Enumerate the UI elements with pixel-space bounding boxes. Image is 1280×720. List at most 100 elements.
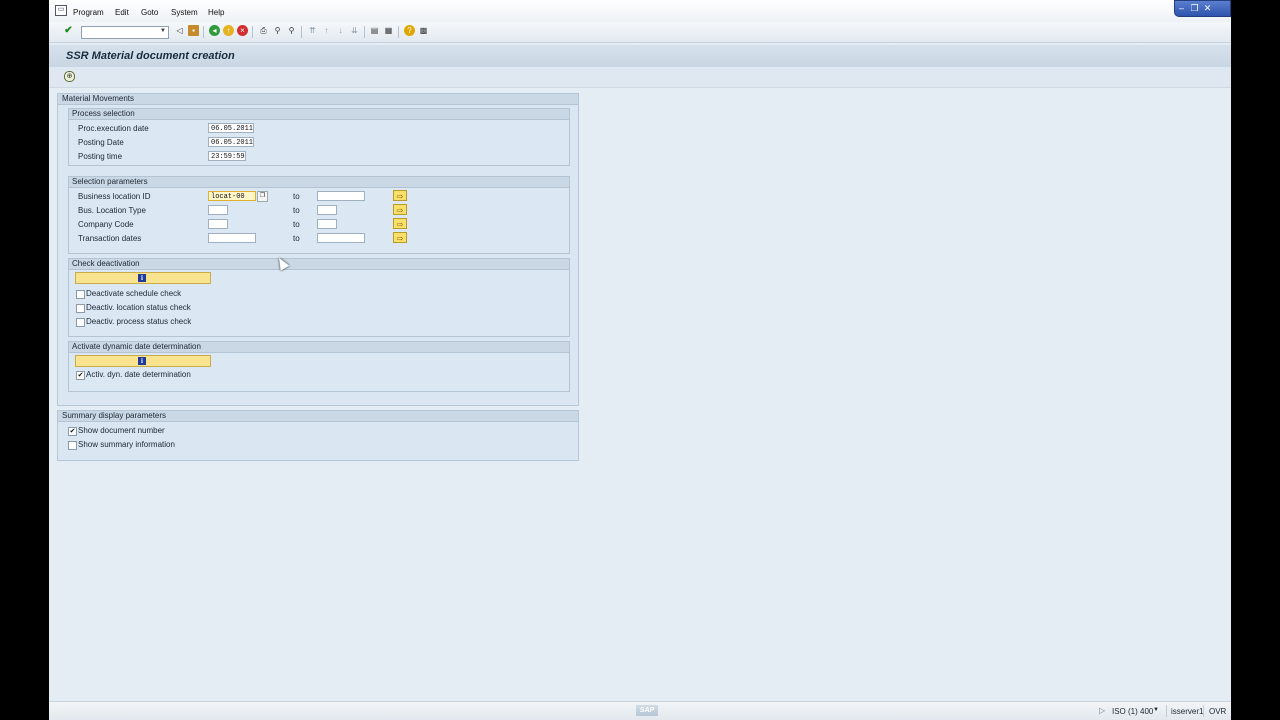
shortcut-icon[interactable]: ▦ <box>383 25 394 36</box>
bus-location-type-label: Bus. Location Type <box>78 206 146 215</box>
status-expand-icon[interactable]: ▷ <box>1099 706 1105 715</box>
minimize-icon[interactable]: – <box>1175 1 1188 15</box>
business-location-id-to-field[interactable] <box>317 191 365 201</box>
check-deactivation-group: Check deactivation i Deactivate schedule… <box>68 258 570 337</box>
material-movements-title: Material Movements <box>58 94 578 105</box>
deactiv-location-status-check-checkbox[interactable] <box>76 304 85 313</box>
close-icon[interactable]: ✕ <box>1201 1 1214 15</box>
activ-dyn-date-determination-label: Activ. dyn. date determination <box>86 370 191 379</box>
posting-date-label: Posting Date <box>78 138 124 147</box>
menu-bar: ▭ Program Edit Goto System Help – ❐ ✕ <box>49 0 1231 22</box>
chevron-down-icon[interactable]: ▼ <box>1153 707 1159 713</box>
dynamic-date-title: Activate dynamic date determination <box>69 342 569 353</box>
bus-location-type-from-field[interactable] <box>208 205 228 215</box>
restore-icon[interactable]: ❐ <box>1188 1 1201 15</box>
create-session-icon[interactable]: ▤ <box>369 25 380 36</box>
multiple-selection-icon[interactable]: ⇨ <box>393 190 407 201</box>
business-location-id-from-field[interactable]: locat-00 <box>208 191 256 201</box>
multiple-selection-icon[interactable]: ⇨ <box>393 204 407 215</box>
info-icon: i <box>138 357 146 365</box>
selection-parameters-group: Selection parameters Business location I… <box>68 176 570 254</box>
title-bar: SSR Material document creation <box>49 45 1231 67</box>
save-icon[interactable]: ▪ <box>188 25 199 36</box>
proc-execution-date-field[interactable]: 06.05.2011 <box>208 123 254 133</box>
cancel-icon[interactable]: × <box>237 25 248 36</box>
deactivate-schedule-check-checkbox[interactable] <box>76 290 85 299</box>
enter-icon[interactable]: ✔ <box>63 25 74 36</box>
activ-dyn-date-determination-checkbox[interactable]: ✔ <box>76 371 85 380</box>
toolbar-separator <box>203 26 204 38</box>
deactivate-schedule-check-label: Deactivate schedule check <box>86 289 182 298</box>
transaction-dates-to-field[interactable] <box>317 233 365 243</box>
chevron-down-icon[interactable]: ▼ <box>160 28 166 34</box>
next-page-icon[interactable]: ↓ <box>335 25 346 36</box>
bus-location-type-to-field[interactable] <box>317 205 337 215</box>
value-help-icon[interactable]: ❐ <box>257 191 268 202</box>
show-summary-information-label: Show summary information <box>78 440 175 449</box>
selection-parameters-title: Selection parameters <box>69 177 569 188</box>
find-icon[interactable]: ⚲ <box>272 25 283 36</box>
posting-time-label: Posting time <box>78 152 123 161</box>
last-page-icon[interactable]: ⇊ <box>349 25 360 36</box>
window-controls: – ❐ ✕ <box>1174 0 1231 17</box>
proc-execution-date-label: Proc.execution date <box>78 124 149 133</box>
posting-time-field[interactable]: 23:59:59 <box>208 151 246 161</box>
toolbar-separator <box>398 26 399 38</box>
toolbar-separator <box>364 26 365 38</box>
deactiv-process-status-check-checkbox[interactable] <box>76 318 85 327</box>
show-summary-information-checkbox[interactable] <box>68 441 77 450</box>
deactiv-process-status-check-label: Deactiv. process status check <box>86 317 192 326</box>
transaction-dates-from-field[interactable] <box>208 233 256 243</box>
multiple-selection-icon[interactable]: ⇨ <box>393 218 407 229</box>
help-icon[interactable]: ? <box>404 25 415 36</box>
sap-gui-window: ▭ Program Edit Goto System Help – ❐ ✕ ✔ ▼ … <box>49 0 1231 720</box>
process-selection-title: Process selection <box>69 109 569 120</box>
status-separator <box>1166 705 1167 717</box>
menu-system[interactable]: System <box>171 8 198 17</box>
first-page-icon[interactable]: ⇈ <box>307 25 318 36</box>
toolbar-separator <box>301 26 302 38</box>
system-info: ISO (1) 400 <box>1112 707 1154 716</box>
menu-program[interactable]: Program <box>73 8 104 17</box>
command-field[interactable]: ▼ <box>81 26 169 39</box>
posting-date-field[interactable]: 06.05.2011 <box>208 137 254 147</box>
execute-icon[interactable]: ⊕ <box>64 71 75 82</box>
toolbar-separator <box>252 26 253 38</box>
to-label: to <box>293 192 300 201</box>
sap-logo: SAP <box>636 705 658 716</box>
deactiv-location-status-check-label: Deactiv. location status check <box>86 303 191 312</box>
process-selection-group: Process selection Proc.execution date 06… <box>68 108 570 166</box>
multiple-selection-icon[interactable]: ⇨ <box>393 232 407 243</box>
collapse-icon[interactable]: ◁ <box>174 25 185 36</box>
menu-edit[interactable]: Edit <box>115 8 129 17</box>
transaction-dates-label: Transaction dates <box>78 234 142 243</box>
menu-help[interactable]: Help <box>208 8 224 17</box>
dynamic-date-group: Activate dynamic date determination i ✔ … <box>68 341 570 392</box>
system-menu-icon[interactable]: ▭ <box>55 5 67 16</box>
page-title: SSR Material document creation <box>66 50 235 62</box>
customize-layout-icon[interactable]: ▩ <box>418 25 429 36</box>
back-icon[interactable]: ◂ <box>209 25 220 36</box>
application-toolbar: ⊕ <box>49 67 1231 88</box>
info-button[interactable]: i <box>75 272 211 284</box>
insert-mode: OVR <box>1209 707 1227 716</box>
business-location-id-label: Business location ID <box>78 192 151 201</box>
status-separator <box>1203 705 1204 717</box>
show-document-number-checkbox[interactable]: ✔ <box>68 427 77 436</box>
to-label: to <box>293 220 300 229</box>
to-label: to <box>293 206 300 215</box>
status-bar: SAP ▷ ISO (1) 400 ▼ isserver1 OVR <box>49 701 1231 720</box>
summary-display-title: Summary display parameters <box>58 411 578 422</box>
server-name: isserver1 <box>1171 707 1204 716</box>
menu-goto[interactable]: Goto <box>141 8 158 17</box>
company-code-to-field[interactable] <box>317 219 337 229</box>
check-deactivation-title: Check deactivation <box>69 259 569 270</box>
previous-page-icon[interactable]: ↑ <box>321 25 332 36</box>
find-next-icon[interactable]: ⚲ <box>286 25 297 36</box>
material-movements-frame: Material Movements Process selection Pro… <box>57 93 579 406</box>
info-button[interactable]: i <box>75 355 211 367</box>
company-code-from-field[interactable] <box>208 219 228 229</box>
print-icon[interactable]: ⎙ <box>258 25 269 36</box>
exit-icon[interactable]: ↑ <box>223 25 234 36</box>
summary-display-frame: Summary display parameters ✔ Show docume… <box>57 410 579 461</box>
